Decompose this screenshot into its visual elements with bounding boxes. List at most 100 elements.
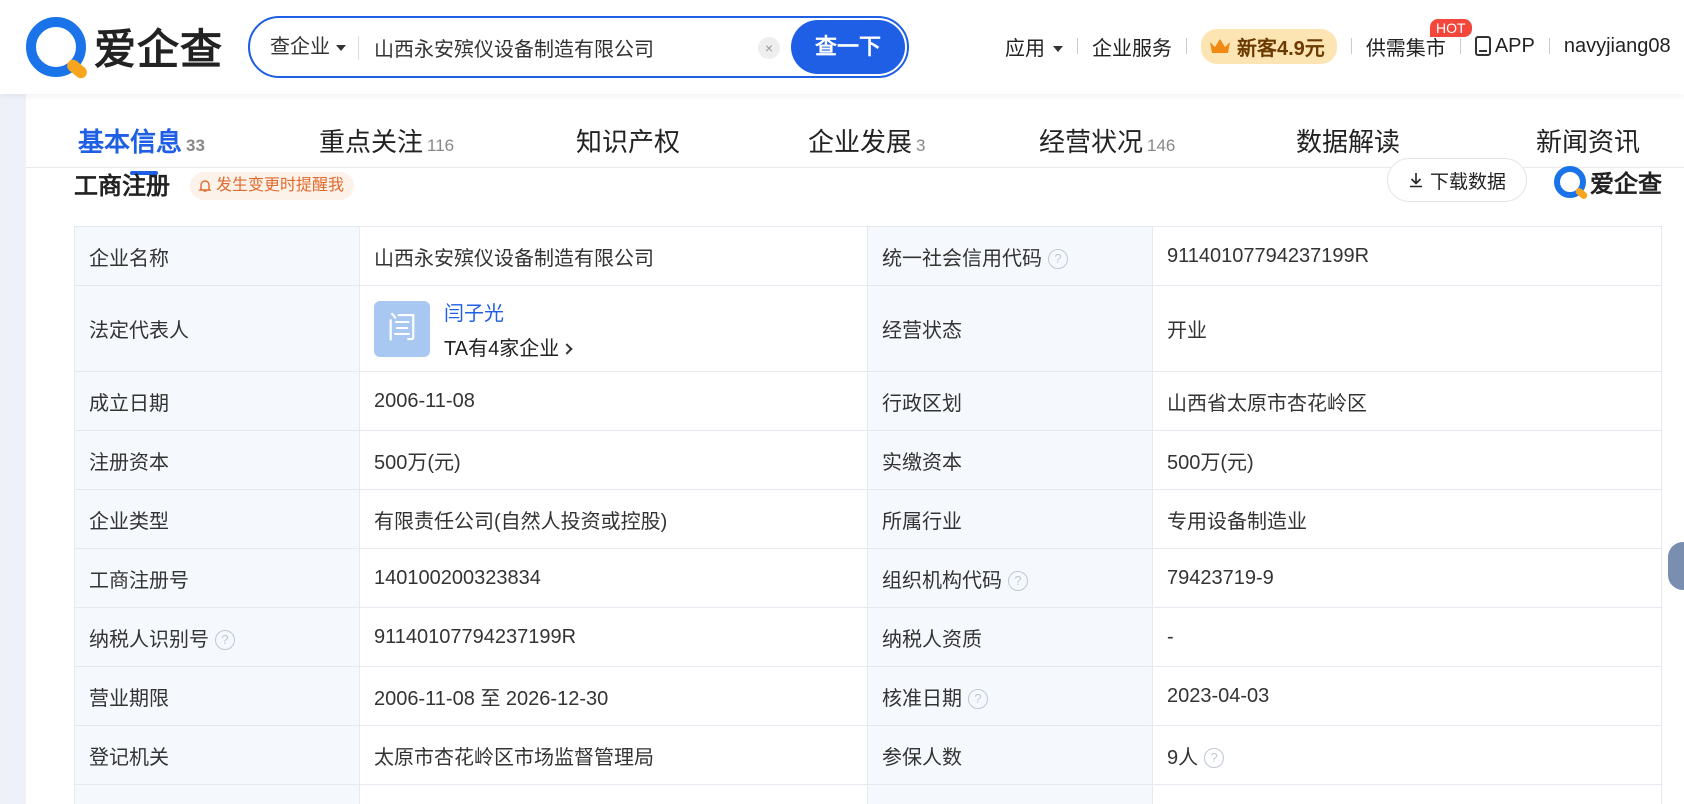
logo-mark-icon: [1554, 165, 1586, 198]
table-row: 企业名称 山西永安殡仪设备制造有限公司 统一社会信用代码? 9114010779…: [74, 226, 1662, 286]
field-value: 91140107794237199R: [359, 607, 868, 667]
search-type-dropdown[interactable]: 查企业: [270, 18, 346, 76]
caret-down-icon: [336, 44, 346, 51]
tab-key-focus[interactable]: 重点关注 116: [319, 122, 454, 159]
promo-label: 新客4.9元: [1237, 37, 1325, 60]
table-row: 注册资本 500万(元) 实缴资本 500万(元): [74, 430, 1662, 490]
nav-services[interactable]: 企业服务: [1092, 32, 1172, 61]
tab-label: 基本信息: [78, 127, 183, 157]
nav-separator: [1548, 38, 1550, 54]
help-icon[interactable]: ?: [1204, 748, 1225, 769]
tab-news[interactable]: 新闻资讯: [1536, 122, 1640, 159]
tab-basic-info[interactable]: 基本信息 33: [78, 122, 205, 175]
promo-badge[interactable]: 新客4.9元: [1201, 28, 1337, 64]
tab-operations[interactable]: 经营状况 146: [1039, 122, 1175, 159]
avatar[interactable]: 闫: [374, 300, 430, 357]
nav-separator: [1077, 38, 1078, 54]
help-icon[interactable]: ?: [968, 689, 988, 710]
table-row: [74, 784, 1662, 804]
field-label: 注册资本: [74, 430, 360, 490]
help-icon[interactable]: ?: [215, 630, 235, 651]
field-label: 行政区划: [867, 371, 1153, 431]
nav-apps[interactable]: 应用: [1005, 32, 1063, 61]
field-value: 山西永安殡仪设备制造有限公司: [359, 226, 868, 286]
field-value: 2006-11-08 至 2026-12-30: [359, 666, 868, 726]
change-reminder-button[interactable]: 发生变更时提醒我: [190, 172, 355, 200]
search-bar: 查企业 × 查一下: [248, 16, 909, 78]
section-title: 工商注册: [74, 173, 170, 200]
search-divider: [358, 36, 359, 60]
nav-separator: [1186, 38, 1187, 54]
search-type-label: 查企业: [270, 36, 330, 58]
help-icon[interactable]: ?: [1008, 571, 1028, 592]
tab-count: 116: [427, 136, 455, 155]
legal-representative: 闫 闫子光 TA有4家企业: [374, 297, 853, 361]
field-label: 参保人数: [867, 725, 1153, 785]
field-label-cell: 核准日期?: [867, 666, 1153, 726]
brand-name: 爱企查: [94, 25, 224, 74]
search-button[interactable]: 查一下: [791, 20, 905, 74]
field-label: 核准日期: [882, 687, 962, 710]
related-companies-label: TA有4家企业: [444, 337, 560, 360]
legal-representative-name[interactable]: 闫子光: [444, 297, 571, 326]
brand-logo[interactable]: 爱企查: [26, 16, 223, 77]
assistant-icon[interactable]: [1668, 542, 1684, 590]
field-value: 500万(元): [359, 430, 868, 490]
table-row: 成立日期 2006-11-08 行政区划 山西省太原市杏花岭区: [74, 371, 1662, 431]
caret-down-icon: [1053, 46, 1063, 53]
field-label-empty: [74, 784, 360, 804]
top-header: 爱企查 查企业 × 查一下 应用 企业服务 新客4.9元 供需集市 APP na…: [0, 0, 1684, 94]
tab-label: 新闻资讯: [1536, 127, 1641, 157]
clear-icon[interactable]: ×: [758, 37, 780, 59]
field-value: 太原市杏花岭区市场监督管理局: [359, 725, 868, 785]
field-label: 工商注册号: [74, 548, 360, 608]
field-label: 企业名称: [74, 226, 360, 286]
brand-watermark: 爱企查: [1554, 164, 1662, 199]
nav-separator: [1350, 38, 1352, 54]
field-value: 有限责任公司(自然人投资或控股): [359, 489, 868, 549]
field-value: 500万(元): [1152, 430, 1662, 490]
table-row: 工商注册号 140100200323834 组织机构代码? 79423719-9: [74, 548, 1662, 608]
field-label-cell: 纳税人识别号?: [74, 607, 360, 667]
field-label: 纳税人识别号: [89, 628, 209, 651]
main-panel: 基本信息 33 重点关注 116 知识产权 企业发展 3 经营状况 146 数据解读 新…: [26, 94, 1684, 804]
field-value: 专用设备制造业: [1152, 489, 1662, 549]
field-value-cell: 9人?: [1152, 725, 1662, 785]
download-data-button[interactable]: 下载数据: [1387, 158, 1527, 202]
field-value-empty: [359, 784, 868, 804]
field-label-cell: 统一社会信用代码?: [867, 226, 1153, 286]
tab-bar: 基本信息 33 重点关注 116 知识产权 企业发展 3 经营状况 146 数据解读 新…: [26, 94, 1684, 175]
phone-icon: [1474, 36, 1491, 57]
tab-label: 数据解读: [1296, 127, 1401, 157]
tab-label: 知识产权: [576, 127, 681, 157]
logo-mark-icon: [26, 16, 86, 77]
related-companies-link[interactable]: TA有4家企业: [444, 332, 573, 361]
brand-watermark-text: 爱企查: [1590, 170, 1662, 198]
field-label: 营业期限: [74, 666, 360, 726]
tab-label: 经营状况: [1039, 127, 1144, 157]
field-label: 企业类型: [74, 489, 360, 549]
field-label: 成立日期: [74, 371, 360, 431]
nav-app[interactable]: APP: [1474, 35, 1535, 58]
help-icon[interactable]: ?: [1048, 249, 1068, 270]
tab-development[interactable]: 企业发展 3: [808, 122, 925, 159]
field-label: 统一社会信用代码: [882, 247, 1042, 270]
field-value: 79423719-9: [1152, 548, 1662, 608]
table-row: 登记机关 太原市杏花岭区市场监督管理局 参保人数 9人?: [74, 725, 1662, 785]
bell-icon: [198, 180, 212, 192]
field-label-empty: [867, 784, 1153, 804]
tab-count: 146: [1147, 136, 1176, 155]
left-strip: [0, 94, 26, 804]
tab-ip[interactable]: 知识产权: [576, 122, 680, 159]
field-value: 开业: [1152, 285, 1662, 372]
tab-data-analysis[interactable]: 数据解读: [1296, 122, 1400, 159]
table-row: 法定代表人 闫 闫子光 TA有4家企业 经营状态 开业: [74, 285, 1662, 372]
tab-count: 3: [916, 136, 926, 155]
field-label: 经营状态: [867, 285, 1153, 372]
user-account[interactable]: navyjiang08: [1564, 35, 1671, 58]
hot-badge: HOT: [1430, 19, 1472, 37]
chevron-right-icon: [561, 343, 573, 355]
nav-separator: [1459, 38, 1461, 54]
field-label: 纳税人资质: [867, 607, 1153, 667]
field-label: 实缴资本: [867, 430, 1153, 490]
